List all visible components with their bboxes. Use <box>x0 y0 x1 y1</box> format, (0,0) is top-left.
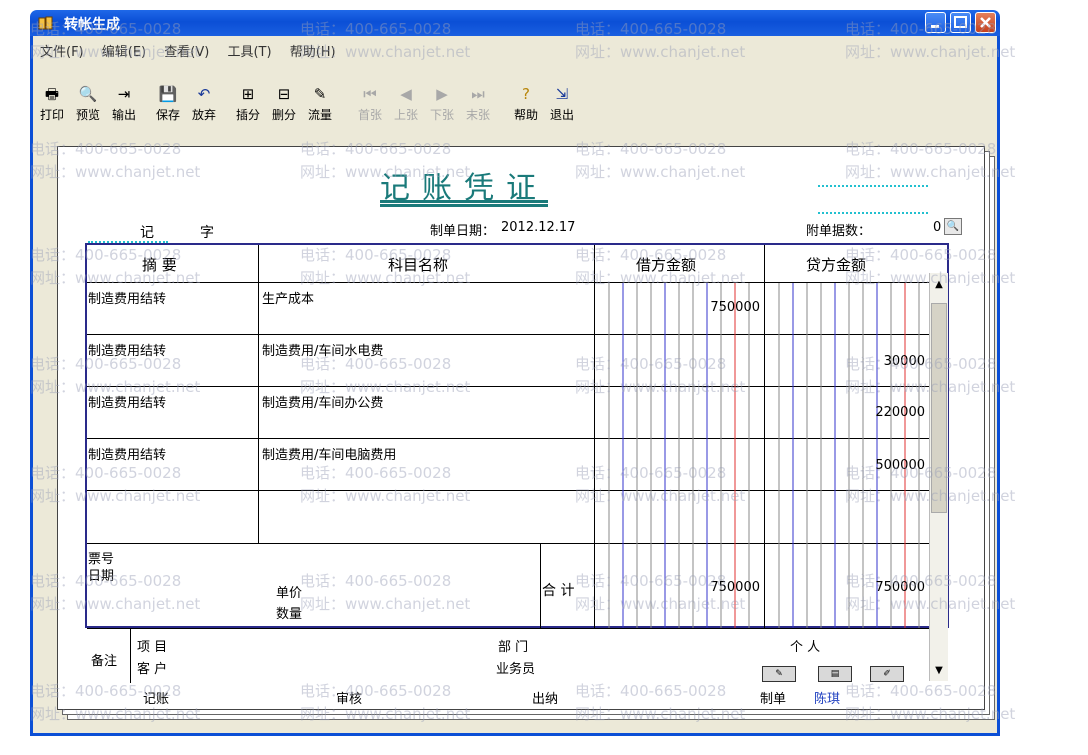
next-button[interactable]: ▶ 下张 <box>425 82 459 130</box>
help-button[interactable]: ? 帮助 <box>509 82 543 130</box>
department-label: 部 门 <box>498 640 529 655</box>
menu-view[interactable]: 查看(V) <box>164 45 209 60</box>
menu-help[interactable]: 帮助(H) <box>290 45 336 60</box>
pen-icon[interactable]: ✐ <box>870 666 904 682</box>
insert-row-button[interactable]: ⊞ 插分 <box>231 82 265 130</box>
row2-summary[interactable]: 制造费用结转 <box>88 340 166 359</box>
quantity-label: 数量 <box>276 607 303 622</box>
flow-button[interactable]: ✎ 流量 <box>303 82 337 130</box>
delete-row-icon: ⊟ <box>277 85 291 103</box>
card-view-icon[interactable]: ▤ <box>818 666 852 682</box>
save-button[interactable]: 💾 保存 <box>151 82 185 130</box>
row4-summary[interactable]: 制造费用结转 <box>88 444 166 463</box>
column-divider <box>258 245 259 543</box>
debit-digit-lines <box>608 283 750 628</box>
row2-credit[interactable]: 30000 <box>775 354 925 369</box>
voucher-type[interactable]: 记 <box>140 222 154 242</box>
voucher-number-label: 字 <box>200 225 214 241</box>
first-button[interactable]: ⏮ 首张 <box>353 82 387 130</box>
preview-icon: 🔍 <box>78 85 98 103</box>
app-icon <box>38 15 54 31</box>
insert-row-icon: ⊞ <box>241 85 255 103</box>
scroll-up-icon[interactable]: ▲ <box>931 277 947 293</box>
row1-account[interactable]: 生产成本 <box>262 288 314 307</box>
exit-icon: ⇲ <box>555 85 569 103</box>
menu-edit[interactable]: 编辑(E) <box>102 45 146 60</box>
close-icon[interactable] <box>975 12 996 33</box>
maker-name: 陈琪 <box>814 692 841 707</box>
date-label: 制单日期： <box>430 224 496 239</box>
export-button[interactable]: ⇥ 输出 <box>107 82 141 130</box>
scroll-thumb[interactable] <box>931 303 947 513</box>
row-divider <box>87 628 929 629</box>
last-button[interactable]: ⏭ 末张 <box>461 82 495 130</box>
column-divider <box>258 543 259 628</box>
minimize-icon[interactable] <box>925 12 946 33</box>
printer-icon: 🖶 <box>44 85 60 103</box>
row1-summary[interactable]: 制造费用结转 <box>88 288 166 307</box>
total-credit: 750000 <box>875 580 925 595</box>
customer-label: 客 户 <box>137 662 168 677</box>
maker-label: 制单 <box>760 692 787 707</box>
print-button[interactable]: 🖶 打印 <box>35 82 69 130</box>
reviewer-label: 审核 <box>336 692 363 707</box>
flow-icon: ✎ <box>313 85 327 103</box>
ticket-date-label: 日期 <box>88 569 115 584</box>
row3-account[interactable]: 制造费用/车间办公费 <box>262 392 383 411</box>
remarks-divider <box>130 628 131 683</box>
project-label: 项 目 <box>137 640 168 655</box>
next-icon: ▶ <box>436 85 448 103</box>
personal-label: 个 人 <box>790 640 821 655</box>
save-icon: 💾 <box>158 85 178 103</box>
row3-summary[interactable]: 制造费用结转 <box>88 392 166 411</box>
window-titlebar[interactable]: 转帐生成 <box>30 10 1000 36</box>
unit-price-label: 单价 <box>276 586 303 601</box>
menu-file[interactable]: 文件(F) <box>40 45 84 60</box>
voucher-title: 记账凭证 <box>380 171 548 206</box>
extra-field-underline <box>818 185 928 187</box>
total-label: 合 计 <box>542 583 575 599</box>
column-divider <box>540 543 541 628</box>
help-icon: ? <box>522 85 530 103</box>
preview-button[interactable]: 🔍 预览 <box>71 82 105 130</box>
voucher-entry-icon[interactable]: ✎ <box>762 666 796 682</box>
last-icon: ⏭ <box>471 85 485 103</box>
prev-button[interactable]: ◀ 上张 <box>389 82 423 130</box>
header-summary: 摘 要 <box>142 256 177 274</box>
row4-account[interactable]: 制造费用/车间电脑费用 <box>262 444 396 463</box>
window-title: 转帐生成 <box>64 17 120 33</box>
exit-button[interactable]: ⇲ 退出 <box>545 82 579 130</box>
row3-credit[interactable]: 220000 <box>775 405 925 420</box>
scroll-down-icon[interactable]: ▼ <box>931 663 947 679</box>
attachments-underline <box>818 212 928 214</box>
row2-account[interactable]: 制造费用/车间水电费 <box>262 340 383 359</box>
bookkeeper-label: 记账 <box>143 692 170 707</box>
header-account: 科目名称 <box>388 256 449 274</box>
menu-bar: 文件(F) 编辑(E) 查看(V) 工具(T) 帮助(H) <box>40 41 350 61</box>
date-field[interactable]: 2012.12.17 <box>501 220 575 235</box>
attachments-label: 附单据数： <box>806 224 872 239</box>
total-debit: 750000 <box>710 580 760 595</box>
menu-tools[interactable]: 工具(T) <box>227 45 271 60</box>
undo-icon: ↶ <box>197 85 211 103</box>
delete-row-button[interactable]: ⊟ 删分 <box>267 82 301 130</box>
vertical-scrollbar[interactable]: ▲ ▼ <box>929 273 948 681</box>
header-debit: 借方金额 <box>636 256 697 274</box>
discard-button[interactable]: ↶ 放弃 <box>187 82 221 130</box>
remarks-label: 备注 <box>91 654 118 669</box>
maximize-icon[interactable] <box>950 12 971 33</box>
toolbar: 🖶 打印 🔍 预览 ⇥ 输出 💾 保存 ↶ 放弃 ⊞ 插分 ⊟ 删分 ✎ 流量 ⏮ 首张 ◀ 上张 … <box>35 82 995 130</box>
export-icon: ⇥ <box>117 85 131 103</box>
credit-digit-lines <box>778 283 920 628</box>
attachments-field[interactable]: 0 <box>933 220 941 235</box>
attachments-search-icon[interactable]: 🔍 <box>944 218 962 235</box>
header-credit: 贷方金额 <box>806 256 867 274</box>
prev-icon: ◀ <box>400 85 412 103</box>
salesperson-label: 业务员 <box>496 662 536 677</box>
row4-credit[interactable]: 500000 <box>775 458 925 473</box>
cashier-label: 出纳 <box>532 692 559 707</box>
row1-debit[interactable]: 750000 <box>610 300 760 315</box>
first-icon: ⏮ <box>363 85 377 103</box>
